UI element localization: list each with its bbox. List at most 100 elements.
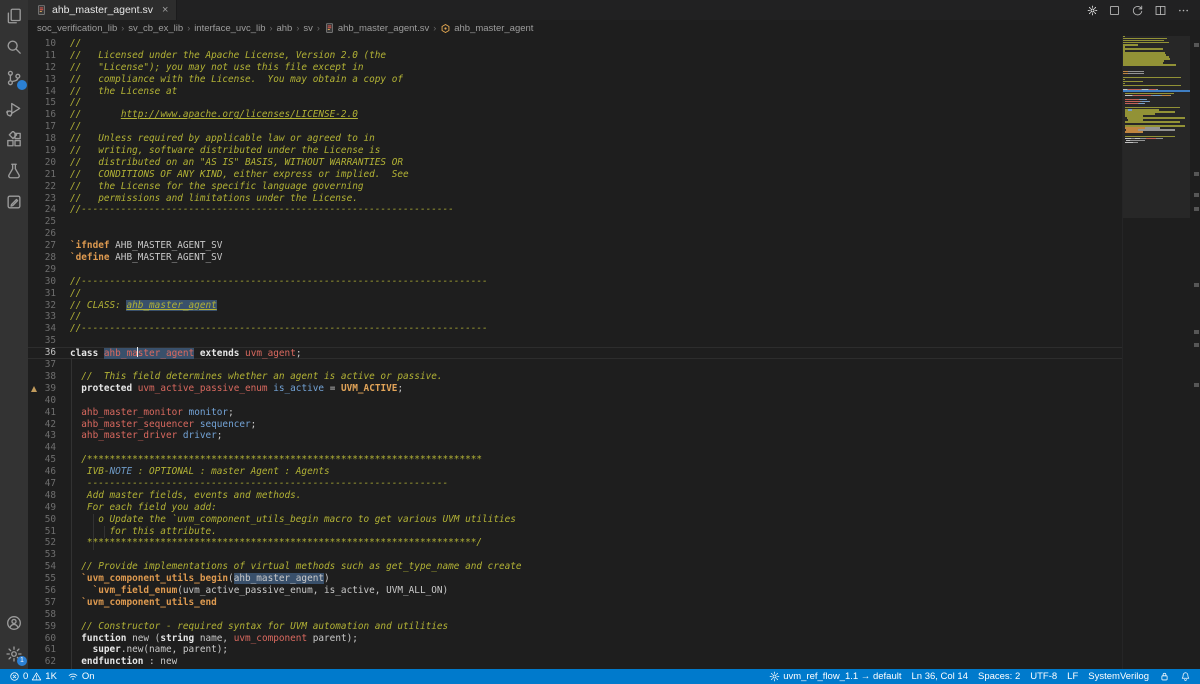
line-number[interactable]: 32: [28, 300, 56, 312]
line-number[interactable]: 50: [28, 514, 56, 526]
line-number[interactable]: 29: [28, 264, 56, 276]
code-line-60[interactable]: 60 function new (string name, uvm_compon…: [28, 633, 1122, 645]
activity-notebook-button[interactable]: [0, 186, 28, 217]
code-line-32[interactable]: 32// CLASS: ahb_master_agent: [28, 300, 1122, 312]
breadcrumb-item-interface-uvc-lib[interactable]: interface_uvc_lib: [194, 23, 265, 34]
encoding[interactable]: UTF-8: [1025, 669, 1062, 684]
sync-icon[interactable]: [1131, 4, 1144, 17]
line-number[interactable]: 58: [28, 609, 56, 621]
line-number[interactable]: 21: [28, 169, 56, 181]
line-number[interactable]: 43: [28, 430, 56, 442]
code-line-26[interactable]: 26: [28, 228, 1122, 240]
line-number[interactable]: 42: [28, 419, 56, 431]
breadcrumb-item-sv[interactable]: sv: [303, 23, 313, 34]
breadcrumb-item-sv-cb-ex-lib[interactable]: sv_cb_ex_lib: [128, 23, 183, 34]
code-line-30[interactable]: 30//------------------------------------…: [28, 276, 1122, 288]
breadcrumb-item-ahb-master-agent-sv[interactable]: ahb_master_agent.sv: [324, 22, 429, 34]
line-number[interactable]: 44: [28, 442, 56, 454]
line-number[interactable]: 23: [28, 193, 56, 205]
line-number[interactable]: 19: [28, 145, 56, 157]
line-number[interactable]: 40: [28, 395, 56, 407]
line-number[interactable]: 18: [28, 133, 56, 145]
code-line-45[interactable]: 45 /************************************…: [28, 454, 1122, 466]
line-number[interactable]: 22: [28, 181, 56, 193]
indentation[interactable]: Spaces: 2: [973, 669, 1025, 684]
code-line-53[interactable]: 53: [28, 549, 1122, 561]
code-line-16[interactable]: 16// http://www.apache.org/licenses/LICE…: [28, 109, 1122, 121]
line-number[interactable]: 35: [28, 335, 56, 347]
code-area[interactable]: 10//11// Licensed under the Apache Licen…: [28, 38, 1122, 668]
line-number[interactable]: 36: [28, 347, 56, 359]
line-number[interactable]: 24: [28, 204, 56, 216]
line-number[interactable]: 25: [28, 216, 56, 228]
line-number[interactable]: 57: [28, 597, 56, 609]
code-line-41[interactable]: 41 ahb_master_monitor monitor;: [28, 407, 1122, 419]
line-number[interactable]: 61: [28, 644, 56, 656]
breadcrumb-item-ahb-master-agent[interactable]: ahb_master_agent: [440, 23, 533, 34]
activity-files-button[interactable]: [0, 0, 28, 31]
code-line-35[interactable]: 35: [28, 335, 1122, 347]
code-line-12[interactable]: 12// "License"); you may not use this fi…: [28, 62, 1122, 74]
box-icon[interactable]: [1108, 4, 1121, 17]
code-line-19[interactable]: 19// writing, software distributed under…: [28, 145, 1122, 157]
code-line-54[interactable]: 54 // Provide implementations of virtual…: [28, 561, 1122, 573]
code-line-11[interactable]: 11// Licensed under the Apache License, …: [28, 50, 1122, 62]
line-number[interactable]: 41: [28, 407, 56, 419]
code-line-58[interactable]: 58: [28, 609, 1122, 621]
tab-ahb-master-agent-sv[interactable]: ahb_master_agent.sv ×: [28, 0, 177, 20]
code-line-36[interactable]: 36class ahb_master_agent extends uvm_age…: [28, 347, 1122, 359]
line-number[interactable]: 49: [28, 502, 56, 514]
line-number[interactable]: 33: [28, 311, 56, 323]
activity-testing-button[interactable]: [0, 155, 28, 186]
code-line-28[interactable]: 28`define AHB_MASTER_AGENT_SV: [28, 252, 1122, 264]
connection-status[interactable]: On: [62, 669, 100, 684]
code-line-15[interactable]: 15//: [28, 97, 1122, 109]
cursor-position[interactable]: Ln 36, Col 14: [906, 669, 973, 684]
code-line-51[interactable]: 51 for this attribute.: [28, 526, 1122, 538]
code-line-13[interactable]: 13// compliance with the License. You ma…: [28, 74, 1122, 86]
line-number[interactable]: 34: [28, 323, 56, 335]
activity-search-button[interactable]: [0, 31, 28, 62]
gutter-marker-icon[interactable]: [31, 386, 37, 392]
activity-extensions-button[interactable]: [0, 124, 28, 155]
gear-icon[interactable]: [1087, 5, 1098, 16]
code-line-10[interactable]: 10//: [28, 38, 1122, 50]
line-number[interactable]: 38: [28, 371, 56, 383]
workspace-trust[interactable]: [1154, 669, 1175, 684]
line-number[interactable]: 54: [28, 561, 56, 573]
line-number[interactable]: 59: [28, 621, 56, 633]
code-line-44[interactable]: 44: [28, 442, 1122, 454]
code-line-21[interactable]: 21// CONDITIONS OF ANY KIND, either expr…: [28, 169, 1122, 181]
code-line-38[interactable]: 38 // This field determines whether an a…: [28, 371, 1122, 383]
line-number[interactable]: 52: [28, 537, 56, 549]
line-number[interactable]: 51: [28, 526, 56, 538]
breadcrumb-item-soc-verification-lib[interactable]: soc_verification_lib: [37, 23, 117, 34]
activity-settings-gear-button[interactable]: 1: [0, 638, 28, 669]
problems-status[interactable]: 01K: [4, 669, 62, 684]
code-line-22[interactable]: 22// the License for the specific langua…: [28, 181, 1122, 193]
code-line-14[interactable]: 14// the License at: [28, 86, 1122, 98]
minimap[interactable]: [1122, 36, 1190, 669]
code-line-33[interactable]: 33//: [28, 311, 1122, 323]
line-number[interactable]: 47: [28, 478, 56, 490]
code-line-59[interactable]: 59 // Constructor - required syntax for …: [28, 621, 1122, 633]
notifications[interactable]: [1175, 669, 1196, 684]
line-number[interactable]: 20: [28, 157, 56, 169]
line-number[interactable]: 62: [28, 656, 56, 668]
line-number[interactable]: 12: [28, 62, 56, 74]
code-line-57[interactable]: 57 `uvm_component_utils_end: [28, 597, 1122, 609]
breadcrumb-item-ahb[interactable]: ahb: [276, 23, 292, 34]
code-line-49[interactable]: 49 For each field you add:: [28, 502, 1122, 514]
line-number[interactable]: 55: [28, 573, 56, 585]
env-indicator[interactable]: uvm_ref_flow_1.1 → default: [764, 669, 906, 684]
line-number[interactable]: 10: [28, 38, 56, 50]
code-line-52[interactable]: 52 *************************************…: [28, 537, 1122, 549]
code-line-61[interactable]: 61 super.new(name, parent);: [28, 644, 1122, 656]
eol[interactable]: LF: [1062, 669, 1083, 684]
line-number[interactable]: 27: [28, 240, 56, 252]
line-number[interactable]: 11: [28, 50, 56, 62]
close-icon[interactable]: ×: [162, 4, 168, 16]
line-number[interactable]: 48: [28, 490, 56, 502]
code-line-50[interactable]: 50 o Update the `uvm_component_utils_beg…: [28, 514, 1122, 526]
code-line-23[interactable]: 23// permissions and limitations under t…: [28, 193, 1122, 205]
